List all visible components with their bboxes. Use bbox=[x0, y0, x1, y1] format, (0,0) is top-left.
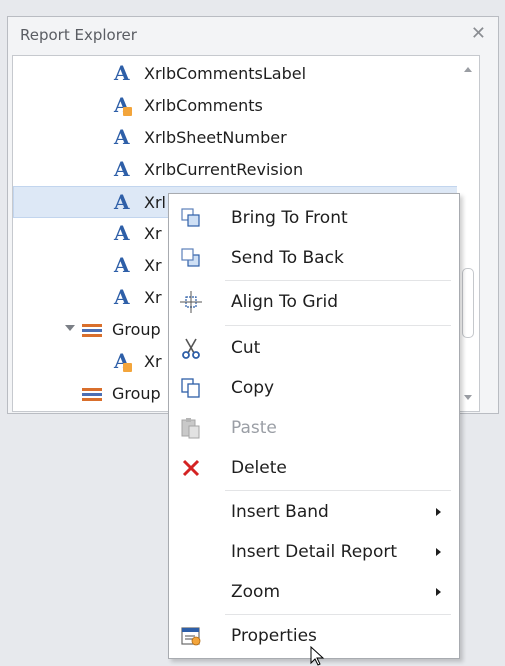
chevron-down-icon[interactable] bbox=[65, 325, 75, 331]
menu-item-insert-detail-report[interactable]: Insert Detail Report bbox=[169, 532, 459, 572]
submenu-arrow-icon bbox=[436, 548, 441, 556]
menu-item-label: Paste bbox=[231, 418, 277, 438]
label-icon: A bbox=[114, 190, 130, 214]
label-icon: A bbox=[114, 253, 130, 277]
paste-icon bbox=[181, 418, 200, 439]
mouse-pointer-icon bbox=[310, 646, 325, 666]
label-icon: A bbox=[114, 221, 130, 245]
tree-item-label: Group bbox=[112, 384, 161, 403]
vertical-scrollbar[interactable] bbox=[457, 56, 479, 411]
tree-item-label: Xr bbox=[144, 288, 162, 307]
tree-item-label: Xrl bbox=[144, 193, 166, 212]
panel-header: Report Explorer ✕ bbox=[8, 17, 498, 51]
label-icon: A bbox=[114, 125, 130, 149]
menu-item-insert-band[interactable]: Insert Band bbox=[169, 492, 459, 532]
menu-item-label: Cut bbox=[231, 338, 261, 358]
tree-item-label: XrlbCurrentRevision bbox=[144, 160, 304, 179]
menu-item-send-to-back[interactable]: Send To Back bbox=[169, 238, 459, 278]
scroll-down-icon[interactable] bbox=[464, 395, 472, 400]
menu-item-label: Insert Detail Report bbox=[231, 542, 397, 562]
label-icon: A bbox=[114, 157, 130, 181]
menu-item-label: Send To Back bbox=[231, 248, 344, 268]
menu-item-label: Insert Band bbox=[231, 502, 329, 522]
label-locked-icon: A bbox=[114, 90, 136, 122]
close-icon[interactable]: ✕ bbox=[471, 23, 486, 44]
tree-item-label: Xr bbox=[144, 256, 162, 275]
cut-icon bbox=[182, 338, 200, 359]
menu-item-delete[interactable]: Delete bbox=[169, 448, 459, 488]
menu-item-label: Bring To Front bbox=[231, 208, 348, 228]
menu-separator bbox=[225, 325, 451, 326]
menu-item-label: Delete bbox=[231, 458, 287, 478]
menu-separator bbox=[225, 280, 451, 281]
tree-item-label: XrlbCommentsLabel bbox=[144, 64, 307, 83]
submenu-arrow-icon bbox=[436, 588, 441, 596]
menu-item-label: Zoom bbox=[231, 582, 281, 602]
send-to-back-icon bbox=[181, 248, 200, 267]
menu-separator bbox=[225, 614, 451, 615]
scroll-up-icon[interactable] bbox=[464, 67, 472, 72]
band-icon bbox=[82, 378, 104, 410]
menu-item-paste[interactable]: Paste bbox=[169, 408, 459, 448]
tree-item[interactable]: A XrlbCommentsLabel bbox=[13, 58, 473, 90]
tree-item-label: XrlbSheetNumber bbox=[144, 128, 287, 147]
menu-item-label: Align To Grid bbox=[231, 292, 339, 312]
menu-item-bring-to-front[interactable]: Bring To Front bbox=[169, 198, 459, 238]
menu-item-align-to-grid[interactable]: Align To Grid bbox=[169, 282, 459, 322]
panel-title: Report Explorer bbox=[20, 26, 137, 44]
menu-item-label: Properties bbox=[231, 626, 317, 646]
menu-item-copy[interactable]: Copy bbox=[169, 368, 459, 408]
tree-item[interactable]: A XrlbCurrentRevision bbox=[13, 154, 473, 186]
tree-item[interactable]: A XrlbComments bbox=[13, 90, 473, 122]
tree-item[interactable]: A XrlbSheetNumber bbox=[13, 122, 473, 154]
bring-to-front-icon bbox=[181, 208, 200, 227]
align-to-grid-icon bbox=[180, 291, 202, 313]
tree-item-label: XrlbComments bbox=[144, 96, 263, 115]
menu-item-cut[interactable]: Cut bbox=[169, 328, 459, 368]
tree-item-label: Group bbox=[112, 320, 161, 339]
copy-icon bbox=[181, 378, 200, 398]
properties-icon bbox=[181, 627, 201, 646]
band-icon bbox=[82, 314, 104, 346]
delete-icon bbox=[182, 459, 200, 477]
tree-item-label: Xr bbox=[144, 224, 162, 243]
label-icon: A bbox=[114, 61, 130, 85]
menu-item-zoom[interactable]: Zoom bbox=[169, 572, 459, 612]
scrollbar-thumb[interactable] bbox=[462, 268, 474, 338]
context-menu: Bring To Front Send To Back Align To Gri… bbox=[168, 193, 460, 659]
label-locked-icon: A bbox=[114, 346, 136, 378]
menu-item-label: Copy bbox=[231, 378, 275, 398]
label-icon: A bbox=[114, 285, 130, 309]
submenu-arrow-icon bbox=[436, 508, 441, 516]
tree-item-label: Xr bbox=[144, 352, 162, 371]
menu-separator bbox=[225, 490, 451, 491]
